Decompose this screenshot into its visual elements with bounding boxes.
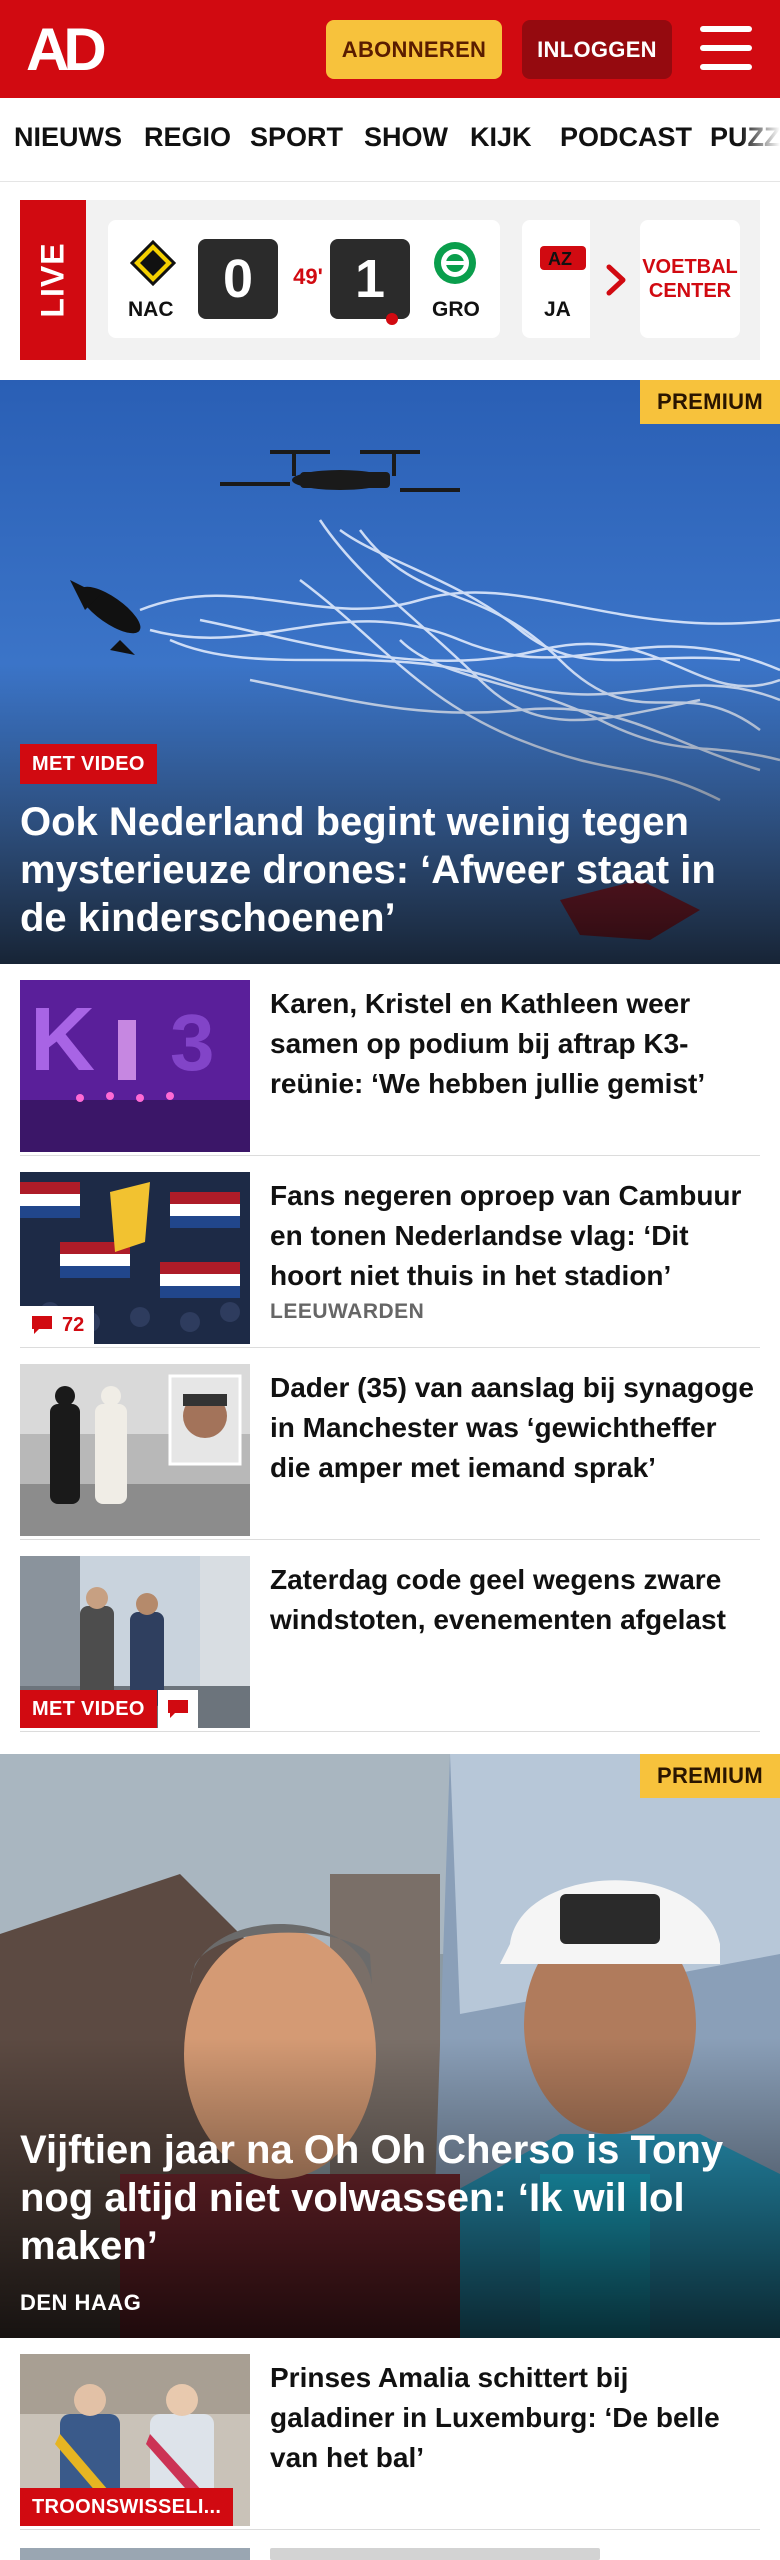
svg-text:AD: AD xyxy=(26,20,104,76)
hero-title[interactable]: Vijftien jaar na Oh Oh Cherso is Tony no… xyxy=(20,2126,760,2270)
nav-item-sport[interactable]: SPORT xyxy=(250,122,343,153)
comment-count: 72 xyxy=(62,1313,85,1336)
nav-item-nieuws[interactable]: NIEUWS xyxy=(14,122,122,153)
amalia-thumbnail: TROONSWISSELI... xyxy=(20,2354,250,2526)
nav-fade xyxy=(740,98,780,181)
live-scroll-area xyxy=(590,200,640,360)
article-title[interactable]: Fans negeren oproep van Cambuur en tonen… xyxy=(270,1176,760,1296)
groningen-club-icon xyxy=(434,242,476,284)
next-team-name: JA xyxy=(544,298,571,321)
az-club-icon: AZ xyxy=(540,246,586,270)
comment-icon xyxy=(32,1316,52,1334)
article-title[interactable]: Dader (35) van aanslag bij synagoge in M… xyxy=(270,1368,760,1488)
home-team-name: NAC xyxy=(128,298,174,321)
ad-logo[interactable]: AD xyxy=(26,20,116,76)
away-score: 1 xyxy=(330,239,410,319)
live-tag: LIVE xyxy=(20,200,86,360)
storm-thumbnail: MET VIDEO xyxy=(20,1556,250,1728)
premium-badge: PREMIUM xyxy=(640,1754,780,1798)
comment-badge[interactable] xyxy=(158,1690,198,1728)
article-title[interactable]: Karen, Kristel en Kathleen weer samen op… xyxy=(270,984,760,1104)
home-score: 0 xyxy=(198,239,278,319)
live-scores-bar: LIVE NAC 0 49' 1 GRO AZ JA VOETBAL CENTE… xyxy=(20,200,760,360)
hero-title[interactable]: Ook Nederland begint weinig tegen myster… xyxy=(20,798,760,942)
troonswisseling-badge: TROONSWISSELI... xyxy=(20,2488,234,2526)
nac-club-icon xyxy=(130,240,176,286)
subscribe-button[interactable]: ABONNEREN xyxy=(326,20,502,79)
manchester-thumbnail xyxy=(20,1364,250,1536)
list-item[interactable]: K 3 Karen, Kristel en Kathleen weer same… xyxy=(20,964,760,1156)
article-title[interactable]: Zaterdag code geel wegens zware windstot… xyxy=(270,1560,760,1640)
match-card-next[interactable]: AZ JA xyxy=(522,220,590,338)
chevron-right-icon[interactable] xyxy=(604,264,628,296)
hero-article-tony[interactable]: PREMIUM Vijftien jaar na Oh Oh Cherso is… xyxy=(0,1754,780,2338)
goal-indicator-dot xyxy=(386,313,398,325)
nav-item-podcast[interactable]: PODCAST xyxy=(560,122,692,153)
list-item[interactable]: Dader (35) van aanslag bij synagoge in M… xyxy=(20,1348,760,1540)
hero-location: DEN HAAG xyxy=(20,2290,142,2315)
next-item-title-peek xyxy=(270,2548,600,2560)
premium-badge: PREMIUM xyxy=(640,380,780,424)
comment-count-badge[interactable]: 72 xyxy=(20,1306,95,1344)
svg-text:K: K xyxy=(30,990,95,1090)
cambuur-fans-thumbnail: 72 xyxy=(20,1172,250,1344)
list-item[interactable]: 72 Fans negeren oproep van Cambuur en to… xyxy=(20,1156,760,1348)
list-item[interactable]: TROONSWISSELI... Prinses Amalia schitter… xyxy=(20,2338,760,2530)
voetbal-center-button[interactable]: VOETBAL CENTER xyxy=(640,220,740,338)
nav-item-kijk[interactable]: KIJK xyxy=(470,122,532,153)
login-button[interactable]: INLOGGEN xyxy=(522,20,672,79)
article-title[interactable]: Prinses Amalia schittert bij galadiner i… xyxy=(270,2358,760,2478)
met-video-badge: MET VIDEO xyxy=(20,1690,157,1728)
svg-text:3: 3 xyxy=(170,998,215,1087)
comment-icon xyxy=(168,1700,188,1718)
main-nav: NIEUWS REGIO SPORT SHOW KIJK PODCAST PUZ… xyxy=(0,98,780,182)
met-video-badge: MET VIDEO xyxy=(20,744,157,784)
nav-item-show[interactable]: SHOW xyxy=(364,122,448,153)
away-team-name: GRO xyxy=(432,298,480,321)
match-minute: 49' xyxy=(293,264,323,289)
next-item-thumbnail-peek xyxy=(20,2548,250,2560)
match-card[interactable]: NAC 0 49' 1 GRO xyxy=(108,220,500,338)
list-item[interactable]: MET VIDEO Zaterdag code geel wegens zwar… xyxy=(20,1540,760,1732)
nav-item-regio[interactable]: REGIO xyxy=(144,122,231,153)
hamburger-menu-icon[interactable] xyxy=(700,26,752,70)
site-header: AD ABONNEREN INLOGGEN xyxy=(0,0,780,98)
article-location: LEEUWARDEN xyxy=(270,1300,425,1323)
hero-article-drones[interactable]: PREMIUM MET VIDEO Ook Nederland begint w… xyxy=(0,380,780,964)
svg-text:AZ: AZ xyxy=(548,249,572,269)
k3-concert-thumbnail: K 3 xyxy=(20,980,250,1152)
